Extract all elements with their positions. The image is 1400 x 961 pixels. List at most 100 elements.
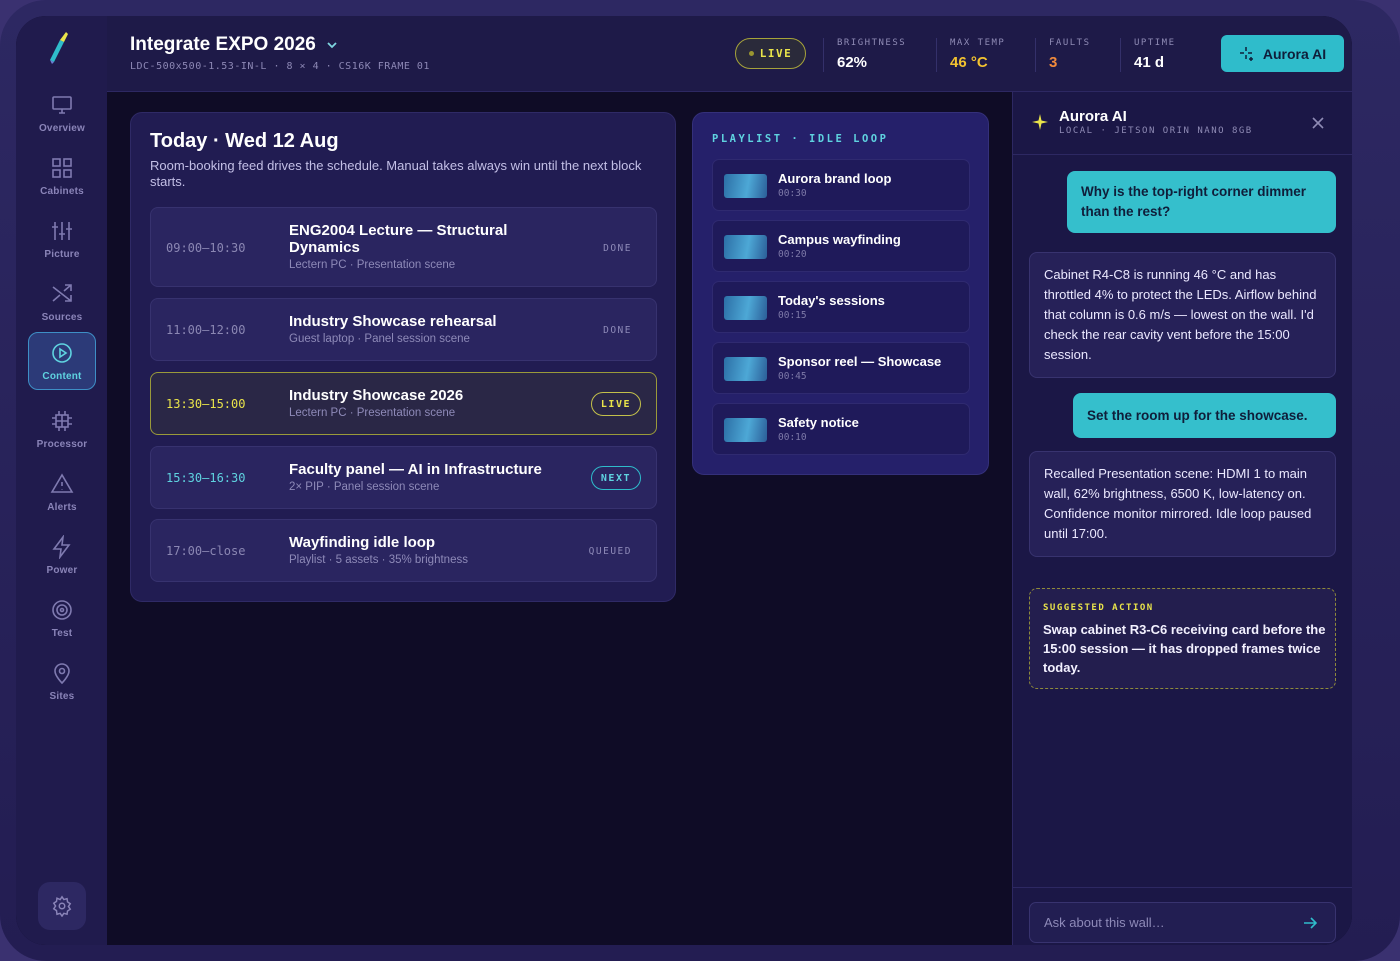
row-subtitle: Playlist · 5 assets · 35% brightness xyxy=(289,554,468,566)
schedule-row-live[interactable]: 13:30–15:00 Industry Showcase 2026 Lecte… xyxy=(150,372,657,435)
nav-label: Alerts xyxy=(47,501,77,513)
nav-label: Test xyxy=(51,627,73,639)
nav-label: Cabinets xyxy=(40,185,84,197)
playlist-item[interactable]: Today's sessions 00:15 xyxy=(712,281,970,333)
suggested-action-label: SUGGESTED ACTION xyxy=(1043,603,1154,613)
row-time: 13:30–15:00 xyxy=(166,397,246,411)
live-label: LIVE xyxy=(759,47,793,60)
schedule-row[interactable]: 09:00–10:30 ENG2004 Lecture — Structural… xyxy=(150,207,657,287)
schedule-description: Room-booking feed drives the schedule. M… xyxy=(150,158,642,189)
stat-value: 41 d xyxy=(1134,54,1165,71)
sliders-icon xyxy=(52,221,72,240)
asset-duration: 00:30 xyxy=(778,188,807,199)
target-icon xyxy=(52,599,72,620)
schedule-row[interactable]: 11:00–12:00 Industry Showcase rehearsal … xyxy=(150,298,657,361)
warning-icon xyxy=(50,472,74,493)
send-arrow-icon[interactable] xyxy=(1303,916,1317,930)
wall-spec: LDC-500x500-1.53-IN-L · 8 × 4 · CS16K FR… xyxy=(130,61,430,72)
nav-item-cabinets[interactable]: Cabinets xyxy=(28,147,96,205)
nav-item-content[interactable]: Content xyxy=(28,332,96,390)
divider xyxy=(936,38,937,72)
wall-selector[interactable]: Integrate EXPO 2026 xyxy=(130,34,338,56)
chevron-down-icon xyxy=(327,42,337,49)
nav-item-overview[interactable]: Overview xyxy=(28,84,96,142)
stat-value: 62% xyxy=(837,54,868,71)
stat-brightness: BRIGHTNESS 62% xyxy=(837,38,906,71)
close-icon[interactable] xyxy=(1311,116,1325,130)
nav-item-sites[interactable]: Sites xyxy=(28,652,96,710)
playlist-item[interactable]: Campus wayfinding 00:20 xyxy=(712,220,970,272)
nav-label: Picture xyxy=(44,248,80,260)
schedule-row[interactable]: 17:00–close Wayfinding idle loop Playlis… xyxy=(150,519,657,582)
row-time: 15:30–16:30 xyxy=(166,471,246,485)
asset-duration: 00:10 xyxy=(778,432,807,443)
nav-item-sources[interactable]: Sources xyxy=(28,273,96,331)
nav-item-picture[interactable]: Picture xyxy=(28,210,96,268)
settings-button[interactable] xyxy=(38,882,86,930)
schedule-panel: Today · Wed 12 Aug Room-booking feed dri… xyxy=(130,112,676,602)
nav-label: Sources xyxy=(41,311,83,323)
schedule-row-next[interactable]: 15:30–16:30 Faculty panel — AI in Infras… xyxy=(150,446,657,509)
grid-icon xyxy=(52,157,72,178)
shuffle-icon xyxy=(52,283,72,302)
stat-faults: FAULTS 3 xyxy=(1049,38,1091,71)
user-message: Why is the top-right corner dimmer than … xyxy=(1067,171,1336,233)
row-subtitle: Lectern PC · Presentation scene xyxy=(289,259,456,271)
aurora-ai-label: Aurora AI xyxy=(1262,45,1327,62)
play-circle-icon xyxy=(52,342,72,363)
sparkle-icon xyxy=(1239,46,1253,61)
row-status: QUEUED xyxy=(588,546,632,557)
suggested-action-card[interactable]: SUGGESTED ACTION Swap cabinet R3-C6 rece… xyxy=(1029,588,1336,689)
aurora-ai-button[interactable]: Aurora AI xyxy=(1221,35,1344,72)
assistant-message: Recalled Presentation scene: HDMI 1 to m… xyxy=(1029,451,1336,557)
nav-item-alerts[interactable]: Alerts xyxy=(28,463,96,521)
nav-label: Processor xyxy=(36,438,88,450)
asset-thumbnail xyxy=(724,296,767,320)
asset-name: Aurora brand loop xyxy=(778,171,892,186)
stat-value: 3 xyxy=(1049,54,1058,71)
nav-item-power[interactable]: Power xyxy=(28,526,96,584)
ai-panel-subtitle: LOCAL · JETSON ORIN NANO 8GB xyxy=(1059,126,1253,136)
top-header: Integrate EXPO 2026 LDC-500x500-1.53-IN-… xyxy=(107,16,1352,92)
row-time: 17:00–close xyxy=(166,544,246,558)
asset-name: Safety notice xyxy=(778,415,859,430)
stat-label: UPTIME xyxy=(1134,38,1176,48)
gear-icon xyxy=(52,895,72,917)
nav-label: Sites xyxy=(49,690,75,702)
row-title: Wayfinding idle loop xyxy=(289,534,436,551)
playlist-panel: PLAYLIST · IDLE LOOP Aurora brand loop 0… xyxy=(692,112,989,475)
divider xyxy=(1120,38,1121,72)
nav-item-test[interactable]: Test xyxy=(28,589,96,647)
sparkle-icon xyxy=(1032,114,1048,130)
live-badge: LIVE xyxy=(590,392,641,416)
stat-label: BRIGHTNESS xyxy=(837,38,907,48)
suggested-action-text: Swap cabinet R3-C6 receiving card before… xyxy=(1043,622,1326,675)
chip-icon xyxy=(52,410,72,431)
stat-label: MAX TEMP xyxy=(950,38,1006,48)
playlist-header: PLAYLIST · IDLE LOOP xyxy=(712,133,889,145)
playlist-item[interactable]: Safety notice 00:10 xyxy=(712,403,970,455)
stat-label: FAULTS xyxy=(1049,38,1091,48)
live-status-badge: LIVE xyxy=(735,38,806,69)
asset-thumbnail xyxy=(724,174,767,198)
ai-panel-header: Aurora AI LOCAL · JETSON ORIN NANO 8GB xyxy=(1013,92,1352,155)
schedule-title: Today · Wed 12 Aug xyxy=(150,130,339,152)
asset-duration: 00:15 xyxy=(778,310,807,321)
asset-thumbnail xyxy=(724,357,767,381)
live-dot-icon xyxy=(748,51,754,56)
asset-duration: 00:20 xyxy=(778,249,807,260)
stat-uptime: UPTIME 41 d xyxy=(1134,38,1176,71)
row-title: Faculty panel — AI in Infrastructure xyxy=(289,461,542,478)
next-badge: NEXT xyxy=(590,466,641,490)
ai-panel-title: Aurora AI xyxy=(1059,108,1127,125)
map-pin-icon xyxy=(54,662,70,684)
row-title: ENG2004 Lecture — Structural Dynamics xyxy=(289,222,508,256)
nav-item-processor[interactable]: Processor xyxy=(28,400,96,458)
asset-name: Sponsor reel — Showcase xyxy=(778,354,942,369)
playlist-item[interactable]: Sponsor reel — Showcase 00:45 xyxy=(712,342,970,394)
page-title: Integrate EXPO 2026 xyxy=(130,34,316,55)
ai-input-bar xyxy=(1013,887,1352,945)
nav-label: Power xyxy=(46,564,78,576)
playlist-item[interactable]: Aurora brand loop 00:30 xyxy=(712,159,970,211)
ai-chat-input[interactable] xyxy=(1029,902,1336,943)
